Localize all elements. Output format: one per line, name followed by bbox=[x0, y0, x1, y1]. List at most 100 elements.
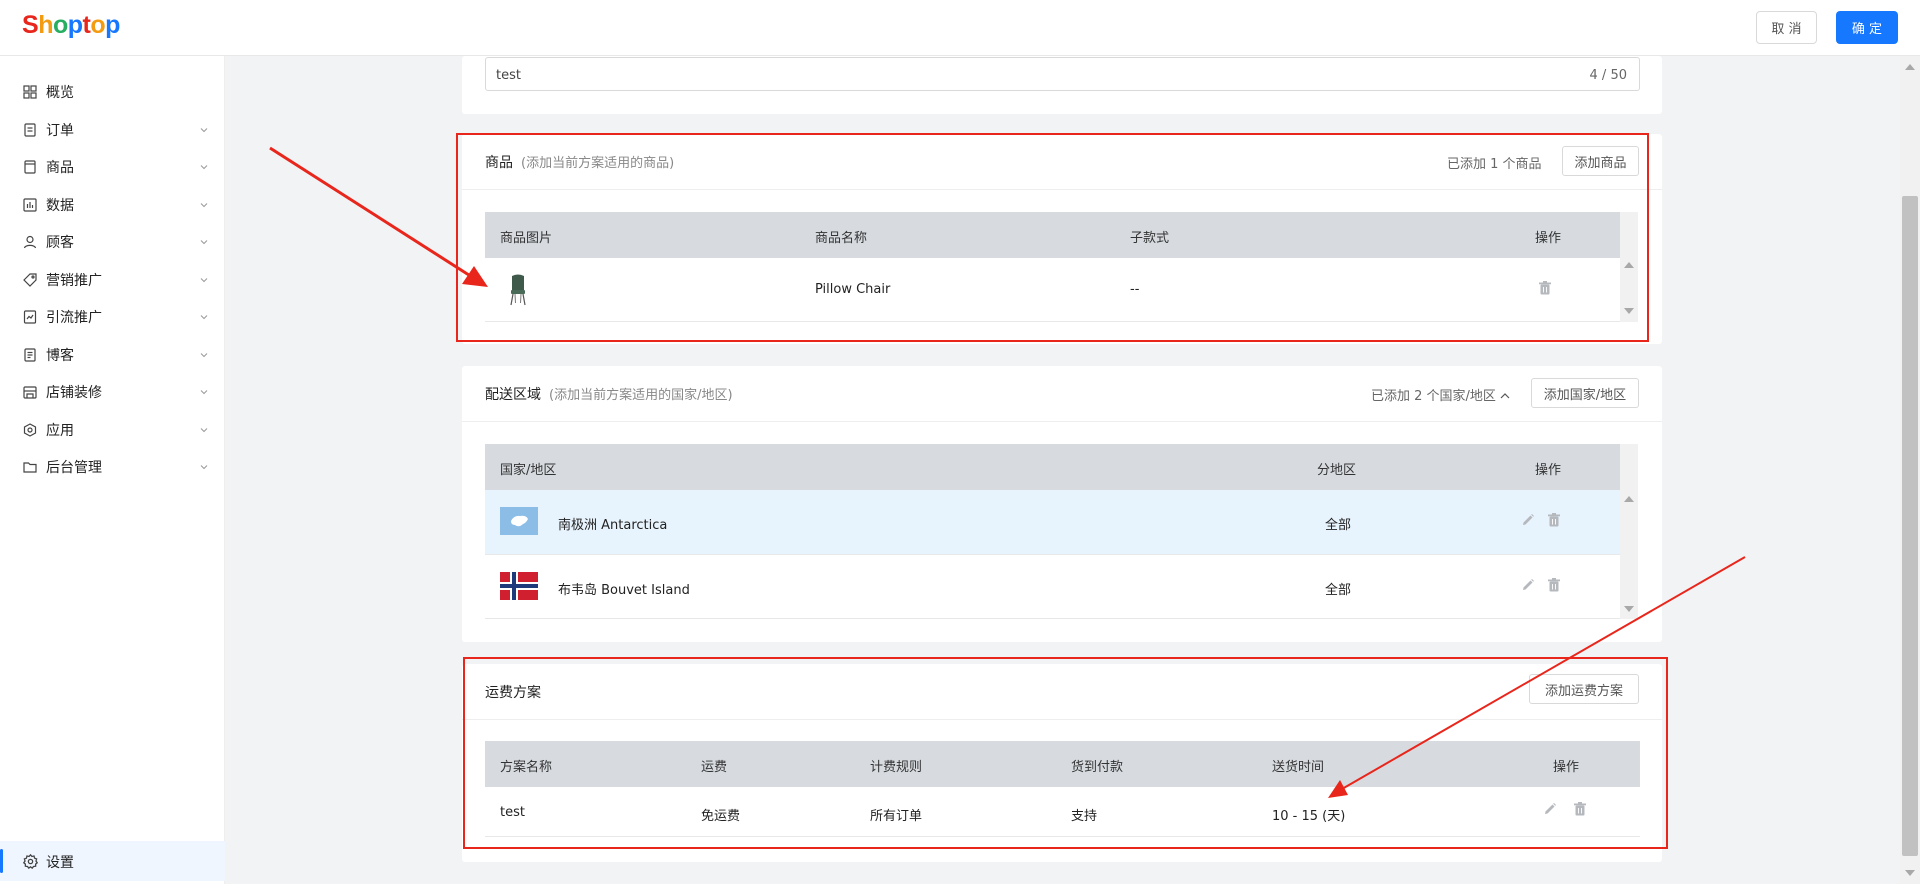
zones-card: 配送区域 (添加当前方案适用的国家/地区) 已添加 2 个国家/地区 添加国家/地… bbox=[462, 366, 1662, 642]
chevron-down-icon bbox=[200, 465, 208, 470]
sidebar-item-customers[interactable]: 顾客 bbox=[0, 227, 225, 257]
chevron-down-icon bbox=[200, 278, 208, 283]
zones-table-header: 国家/地区 分地区 操作 bbox=[485, 444, 1620, 490]
folder-icon bbox=[22, 459, 38, 475]
sidebar: 概览 订单 商品 数据 顾客 营销推广 引流推广 博客 店铺装修 应用 后台管理… bbox=[0, 56, 225, 884]
shoptop-logo[interactable]: Shoptop bbox=[22, 11, 120, 40]
sidebar-item-label: 设置 bbox=[46, 855, 74, 871]
zones-added-count[interactable]: 已添加 2 个国家/地区 bbox=[1371, 385, 1510, 404]
sidebar-item-label: 店铺装修 bbox=[46, 385, 102, 401]
products-card: 商品 (添加当前方案适用的商品) 已添加 1 个商品 添加商品 商品图片 商品名称… bbox=[462, 134, 1662, 344]
products-added-count: 已添加 1 个商品 bbox=[1447, 157, 1542, 172]
store-icon bbox=[22, 384, 38, 400]
sidebar-item-orders[interactable]: 订单 bbox=[0, 115, 225, 145]
chevron-down-icon bbox=[200, 203, 208, 208]
rate-fee: 免运费 bbox=[701, 809, 741, 824]
edit-icon[interactable] bbox=[1542, 801, 1558, 817]
sidebar-item-label: 概览 bbox=[46, 85, 74, 101]
antarctica-flag-icon bbox=[500, 507, 538, 535]
region-name: 南极洲 Antarctica bbox=[558, 518, 668, 533]
chevron-down-icon bbox=[200, 240, 208, 245]
sidebar-item-traffic[interactable]: 引流推广 bbox=[0, 302, 225, 332]
chevron-down-icon bbox=[200, 128, 208, 133]
edit-icon[interactable] bbox=[1520, 577, 1536, 593]
chair-thumbnail-icon bbox=[503, 272, 533, 308]
add-shipping-rate-button[interactable]: 添加运费方案 bbox=[1529, 674, 1639, 704]
cancel-button[interactable]: 取 消 bbox=[1756, 11, 1817, 44]
table-row: 布韦岛 Bouvet Island 全部 bbox=[485, 555, 1620, 619]
blog-icon bbox=[22, 347, 38, 363]
trash-icon[interactable] bbox=[1546, 577, 1562, 593]
trash-icon[interactable] bbox=[1537, 280, 1553, 296]
region-name: 布韦岛 Bouvet Island bbox=[558, 583, 690, 598]
order-icon bbox=[22, 122, 38, 138]
column-header: 方案名称 bbox=[500, 760, 553, 775]
table-row: 南极洲 Antarctica 全部 bbox=[485, 490, 1620, 555]
sidebar-item-apps[interactable]: 应用 bbox=[0, 415, 225, 445]
trash-icon[interactable] bbox=[1546, 512, 1562, 528]
column-header: 运费 bbox=[701, 760, 728, 775]
user-icon bbox=[22, 234, 38, 250]
rate-rule: 所有订单 bbox=[870, 809, 923, 824]
column-header: 商品名称 bbox=[815, 231, 868, 246]
chevron-down-icon bbox=[200, 165, 208, 170]
confirm-button[interactable]: 确 定 bbox=[1836, 11, 1898, 44]
sidebar-item-overview[interactable]: 概览 bbox=[0, 77, 225, 107]
active-indicator bbox=[0, 849, 3, 873]
column-header: 子款式 bbox=[1130, 231, 1170, 246]
rates-section-title: 运费方案 bbox=[485, 685, 541, 701]
chevron-down-icon bbox=[200, 390, 208, 395]
scrollbar-thumb[interactable] bbox=[1902, 196, 1918, 856]
products-table-header: 商品图片 商品名称 子款式 操作 bbox=[485, 212, 1620, 258]
norway-flag-icon bbox=[500, 572, 538, 600]
char-counter: 4 / 50 bbox=[1589, 68, 1627, 83]
sidebar-item-label: 顾客 bbox=[46, 235, 74, 251]
products-section-subtitle: (添加当前方案适用的商品) bbox=[521, 156, 675, 171]
sidebar-item-label: 博客 bbox=[46, 348, 74, 364]
table-row: Pillow Chair -- bbox=[485, 258, 1620, 322]
sidebar-item-label: 商品 bbox=[46, 160, 74, 176]
input-value: test bbox=[496, 68, 521, 83]
zones-table-scrollbar[interactable] bbox=[1620, 444, 1638, 619]
sidebar-item-marketing[interactable]: 营销推广 bbox=[0, 265, 225, 295]
trash-icon[interactable] bbox=[1572, 801, 1588, 817]
column-header: 分地区 bbox=[1317, 463, 1357, 478]
products-section-title: 商品 (添加当前方案适用的商品) bbox=[485, 155, 675, 171]
sidebar-item-label: 数据 bbox=[46, 198, 74, 214]
chevron-down-icon bbox=[200, 315, 208, 320]
column-header: 国家/地区 bbox=[500, 463, 557, 478]
sidebar-item-admin[interactable]: 后台管理 bbox=[0, 452, 225, 482]
rate-name: test bbox=[500, 805, 525, 820]
plan-name-input[interactable]: test 4 / 50 bbox=[485, 57, 1640, 91]
column-header: 操作 bbox=[1535, 231, 1562, 246]
annotation-arrow-products bbox=[269, 146, 473, 279]
tag-icon bbox=[22, 272, 38, 288]
sidebar-item-label: 后台管理 bbox=[46, 460, 102, 476]
sidebar-item-label: 营销推广 bbox=[46, 273, 102, 289]
sidebar-item-blog[interactable]: 博客 bbox=[0, 340, 225, 370]
sidebar-item-store-design[interactable]: 店铺装修 bbox=[0, 377, 225, 407]
page-scrollbar[interactable] bbox=[1900, 56, 1920, 884]
subregion-value: 全部 bbox=[1325, 518, 1352, 533]
column-header: 商品图片 bbox=[500, 231, 553, 246]
rate-cod: 支持 bbox=[1071, 809, 1098, 824]
edit-icon[interactable] bbox=[1520, 512, 1536, 528]
product-variant: -- bbox=[1130, 282, 1140, 297]
column-header: 操作 bbox=[1535, 463, 1562, 478]
sidebar-item-settings[interactable]: 设置 bbox=[0, 841, 225, 881]
sidebar-item-products[interactable]: 商品 bbox=[0, 152, 225, 182]
column-header: 货到付款 bbox=[1071, 760, 1124, 775]
column-header: 操作 bbox=[1553, 760, 1580, 775]
chevron-up-icon bbox=[1500, 393, 1510, 399]
add-product-button[interactable]: 添加商品 bbox=[1562, 146, 1639, 176]
column-header: 计费规则 bbox=[870, 760, 923, 775]
traffic-icon bbox=[22, 309, 38, 325]
sidebar-item-label: 引流推广 bbox=[46, 310, 102, 326]
chevron-down-icon bbox=[200, 353, 208, 358]
rates-table-header: 方案名称 运费 计费规则 货到付款 送货时间 操作 bbox=[485, 741, 1640, 787]
sidebar-item-data[interactable]: 数据 bbox=[0, 190, 225, 220]
product-icon bbox=[22, 159, 38, 175]
add-region-button[interactable]: 添加国家/地区 bbox=[1531, 378, 1639, 408]
products-table-scrollbar[interactable] bbox=[1620, 212, 1638, 322]
zones-section-subtitle: (添加当前方案适用的国家/地区) bbox=[549, 388, 733, 403]
